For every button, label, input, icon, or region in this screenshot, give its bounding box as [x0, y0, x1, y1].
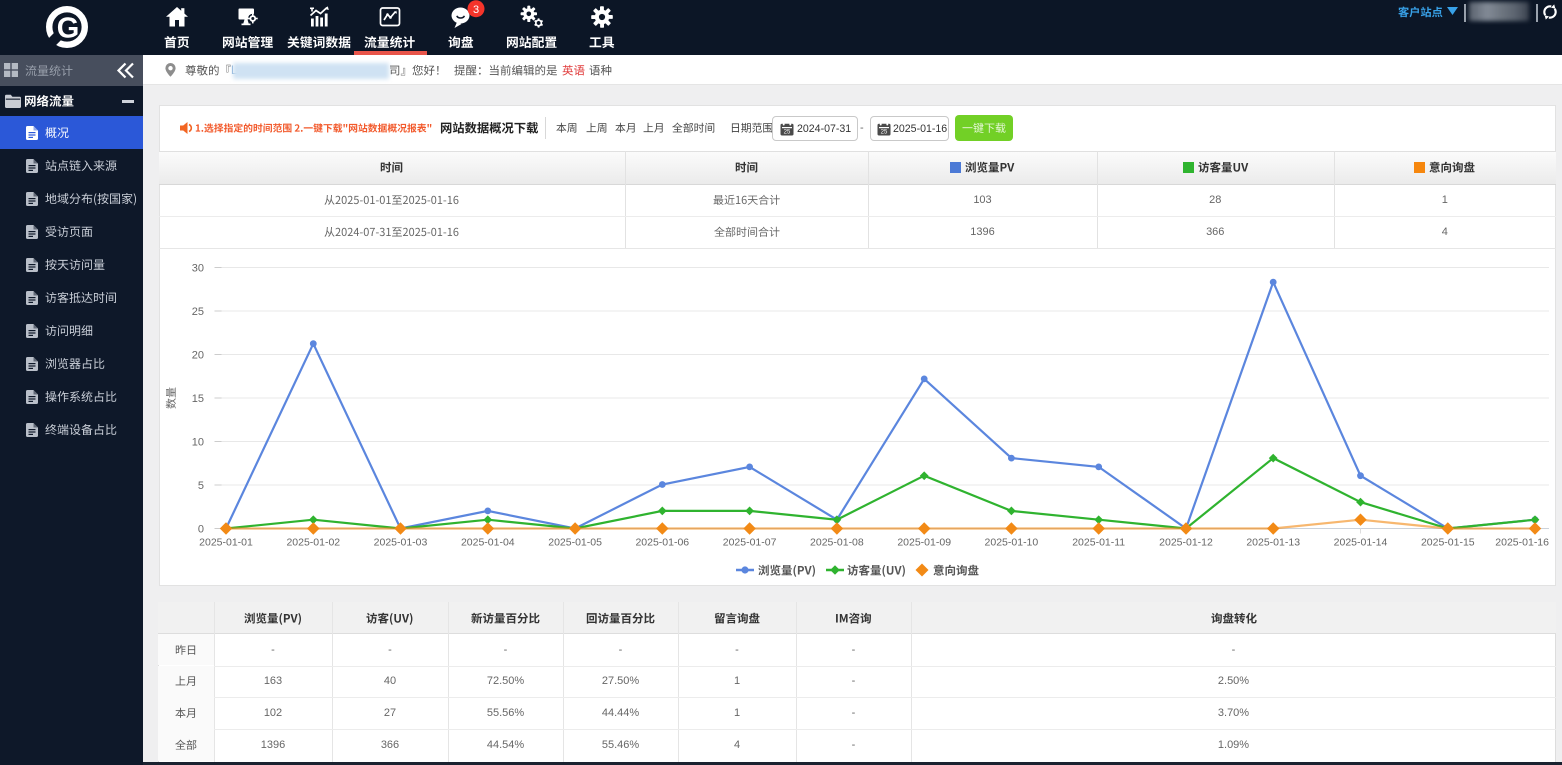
svg-text:2025-01-15: 2025-01-15: [1420, 536, 1474, 548]
svg-text:2025-01-07: 2025-01-07: [722, 536, 776, 548]
svg-text:2025-01-13: 2025-01-13: [1246, 536, 1300, 548]
svg-text:25: 25: [784, 129, 791, 135]
svg-text:2025-01-08: 2025-01-08: [810, 536, 864, 548]
svg-text:25: 25: [191, 306, 203, 318]
svg-text:15: 15: [191, 393, 203, 405]
svg-text:2025-01-09: 2025-01-09: [897, 536, 951, 548]
svg-text:2025-01-01: 2025-01-01: [199, 536, 253, 548]
svg-text:2025-01-16: 2025-01-16: [1495, 536, 1549, 548]
svg-text:0: 0: [197, 523, 203, 535]
svg-text:2025-01-12: 2025-01-12: [1159, 536, 1213, 548]
svg-text:10: 10: [191, 436, 203, 448]
svg-text:2025-01-04: 2025-01-04: [460, 536, 514, 548]
svg-text:5: 5: [197, 480, 203, 492]
svg-text:20: 20: [191, 349, 203, 361]
svg-text:2025-01-02: 2025-01-02: [286, 536, 340, 548]
svg-text:2025-01-14: 2025-01-14: [1333, 536, 1387, 548]
svg-text:G: G: [57, 13, 80, 45]
svg-text:30: 30: [191, 262, 203, 274]
svg-text:2025-01-11: 2025-01-11: [1072, 536, 1125, 548]
svg-text:2025-01-10: 2025-01-10: [984, 536, 1038, 548]
svg-text:2025-01-03: 2025-01-03: [373, 536, 427, 548]
svg-text:25: 25: [881, 129, 888, 135]
svg-text:2025-01-05: 2025-01-05: [548, 536, 602, 548]
svg-text:3: 3: [473, 4, 479, 16]
svg-text:2025-01-06: 2025-01-06: [635, 536, 689, 548]
